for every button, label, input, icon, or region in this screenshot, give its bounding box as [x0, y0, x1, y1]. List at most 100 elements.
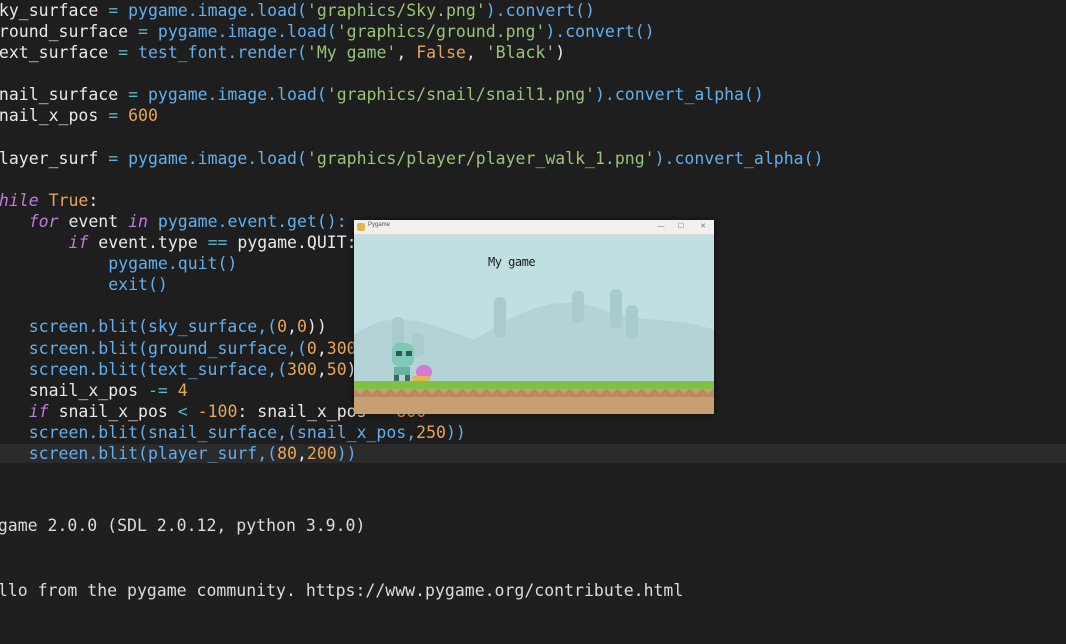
code-token: pygame.quit() [108, 254, 238, 274]
code-token: )) [306, 317, 327, 337]
code-token: screen.blit(sky_surface,( [28, 317, 278, 337]
code-token: 4 [177, 380, 188, 400]
code-token: 'My game' [306, 43, 397, 63]
code-token: screen.blit(text_surface,( [28, 359, 288, 379]
code-token: , [316, 359, 327, 379]
code-token: , [287, 317, 297, 337]
code-token: snail_x_pos [0, 106, 109, 126]
code-token: screen.blit(ground_surface,( [28, 338, 307, 358]
terminal-output: pygame 2.0.0 (SDL 2.0.12, python 3.9.0) … [0, 472, 683, 644]
code-token: = [138, 22, 158, 42]
code-token: == [207, 233, 238, 253]
code-line[interactable] [0, 127, 823, 148]
code-token: 0 [277, 317, 288, 337]
code-token: < [177, 401, 198, 421]
code-token: if [68, 233, 99, 253]
code-token: , [316, 338, 327, 358]
code-token: True [48, 190, 89, 210]
code-token: sky_surface [0, 1, 109, 20]
code-token: , [296, 443, 307, 463]
code-token: for [28, 211, 69, 231]
code-token: )) [336, 443, 357, 463]
code-token: test_font.render( [138, 43, 307, 63]
code-token: player_surf [0, 148, 109, 168]
code-token: screen.blit(player_surf,( [28, 443, 278, 463]
code-token: snail_surface [0, 85, 129, 105]
code-line[interactable]: snail_x_pos = 600 [0, 105, 823, 126]
code-token: ground_surface [0, 22, 139, 42]
window-title: Pygame [368, 222, 391, 228]
code-token: ).convert() [485, 1, 595, 20]
code-token: 600 [128, 106, 158, 126]
code-line[interactable] [0, 169, 823, 190]
code-token: ) [555, 43, 566, 63]
close-icon[interactable]: ✕ [696, 221, 710, 233]
code-token: 80 [277, 443, 297, 463]
background-pillar [572, 291, 584, 323]
code-line[interactable]: while True: [0, 190, 823, 211]
code-token: screen.blit(snail_surface,(snail_x_pos, [28, 422, 417, 442]
code-token: = [108, 1, 129, 20]
code-token: event [68, 211, 129, 231]
code-token: 'graphics/player/player_walk_1.png' [306, 148, 655, 168]
code-token: pygame.event.get(): [157, 211, 347, 231]
code-line[interactable]: text_surface = test_font.render('My game… [0, 42, 823, 63]
code-token: 'graphics/Sky.png' [306, 1, 486, 20]
code-token: ).convert_alpha() [594, 85, 764, 105]
code-token: 'graphics/ground.png' [336, 22, 546, 42]
code-line[interactable] [0, 63, 823, 84]
code-token: 0 [306, 338, 317, 358]
code-token: -100 [197, 401, 238, 421]
game-canvas[interactable]: My game [354, 235, 714, 414]
terminal-panel[interactable]: pygame 2.0.0 (SDL 2.0.12, python 3.9.0) … [0, 463, 1066, 600]
code-line[interactable]: sky_surface = pygame.image.load('graphic… [0, 0, 823, 21]
code-token: 250 [416, 422, 446, 442]
code-token: event.type [98, 233, 208, 253]
code-line[interactable]: screen.blit(player_surf,(80,200)) [0, 443, 823, 463]
code-token: if [28, 401, 59, 421]
code-token: = [118, 43, 139, 63]
code-token: 0 [296, 317, 307, 337]
background-pillar [494, 297, 506, 337]
code-token: in [128, 211, 158, 231]
code-token: 300 [287, 359, 317, 379]
code-line[interactable]: player_surf = pygame.image.load('graphic… [0, 148, 823, 169]
code-token: , [396, 43, 417, 63]
code-token: False [416, 43, 466, 63]
code-token: 'graphics/snail/snail1.png' [326, 85, 595, 105]
ground-grass [354, 381, 714, 389]
code-token: pygame.image.load( [128, 1, 307, 20]
code-token: = [108, 106, 129, 126]
code-line[interactable]: screen.blit(snail_surface,(snail_x_pos,2… [0, 422, 823, 443]
pygame-window[interactable]: Pygame — ☐ ✕ My game [354, 220, 714, 414]
code-token: pygame.image.load( [157, 22, 337, 42]
maximize-icon[interactable]: ☐ [674, 221, 688, 233]
code-token: : [88, 190, 99, 210]
code-token: snail_x_pos [58, 401, 178, 421]
code-line[interactable]: snail_surface = pygame.image.load('graph… [0, 84, 823, 105]
game-title-text: My game [488, 255, 536, 269]
code-token: pygame.QUIT: [237, 233, 357, 253]
background-pillar [610, 289, 622, 329]
code-line[interactable]: ground_surface = pygame.image.load('grap… [0, 21, 823, 42]
minimize-icon[interactable]: — [654, 221, 668, 233]
code-token: 300 [326, 338, 357, 358]
window-titlebar[interactable]: Pygame — ☐ ✕ [354, 220, 714, 235]
code-token: ).convert() [545, 22, 655, 42]
code-token: = [108, 148, 129, 168]
code-token: exit() [108, 275, 168, 295]
code-token: -= [147, 380, 178, 400]
code-token: 'Black' [485, 43, 556, 63]
code-token: ).convert_alpha() [654, 148, 824, 168]
code-token: while [0, 190, 39, 210]
